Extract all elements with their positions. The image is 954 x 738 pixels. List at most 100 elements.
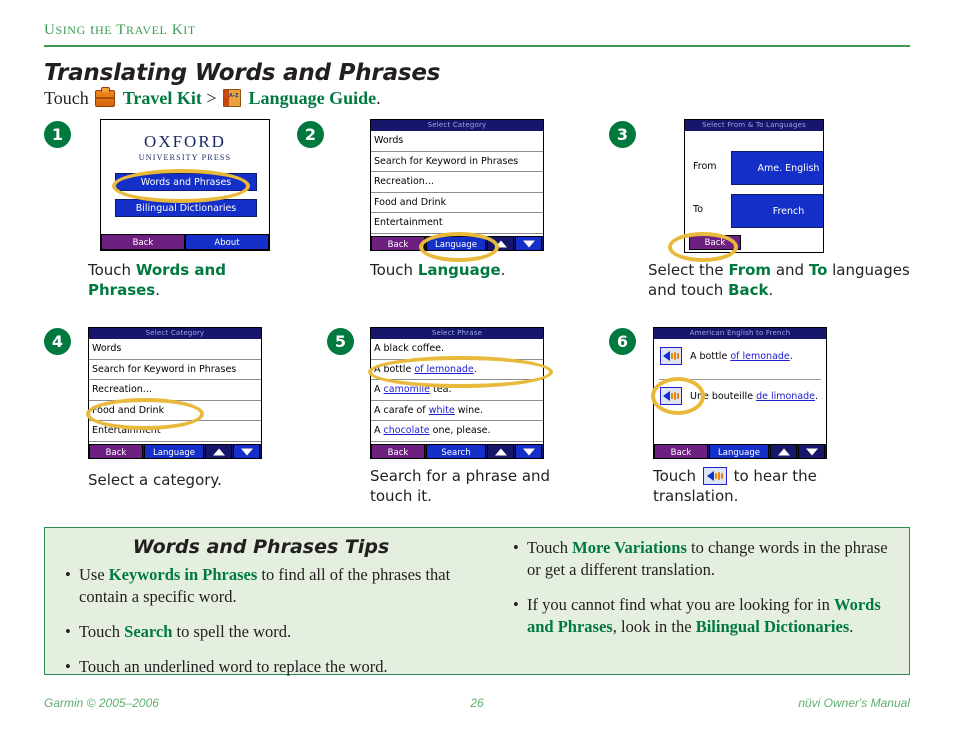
subtitle-lead: Touch: [44, 88, 89, 108]
back-button[interactable]: Back: [689, 235, 741, 250]
down-arrow-icon: [522, 240, 535, 248]
tip-bold: Keywords in Phrases: [108, 565, 258, 584]
translation-row[interactable]: A bottle of lemonade.: [654, 339, 826, 380]
phrase-link[interactable]: of lemonade: [730, 351, 789, 362]
back-button[interactable]: Back: [101, 234, 185, 250]
device-screen-1: OXFORD UNIVERSITY PRESS Words and Phrase…: [100, 119, 270, 251]
back-button[interactable]: Back: [89, 444, 143, 458]
scroll-up-button[interactable]: [770, 444, 797, 458]
phrase-link[interactable]: white: [429, 405, 455, 416]
scroll-up-button[interactable]: [205, 444, 232, 458]
phrase-text: A carafe of: [374, 404, 429, 416]
scroll-down-button[interactable]: [515, 236, 542, 250]
language-guide-book-icon: [223, 89, 242, 107]
scroll-down-button[interactable]: [798, 444, 825, 458]
device-screen-6: American English to French A bottle of l…: [653, 327, 827, 459]
device-screen-5: Select Phrase A black coffee. A bottle o…: [370, 327, 544, 459]
from-label: From: [693, 161, 717, 172]
list-item[interactable]: Food and Drink: [89, 400, 261, 421]
phrase-text-end: one, please.: [429, 425, 491, 436]
list-item[interactable]: A chocolate one, please.: [371, 421, 543, 442]
to-label: To: [693, 204, 704, 215]
caption-end: .: [768, 281, 774, 299]
phrase-text: A: [374, 384, 384, 395]
tip-bold-2: Bilingual Dictionaries: [695, 617, 850, 636]
step-number-6: 6: [609, 328, 636, 355]
list-item[interactable]: Search for Keyword in Phrases: [89, 359, 261, 380]
phrase-link[interactable]: chocolate: [384, 425, 430, 436]
list-item[interactable]: A camomile tea.: [371, 380, 543, 401]
language-button[interactable]: Language: [144, 444, 204, 458]
source-phrase: A bottle of lemonade.: [690, 351, 793, 362]
page-subtitle: Touch Travel Kit > Language Guide.: [44, 87, 381, 109]
list-item[interactable]: Entertainment: [371, 213, 543, 234]
list-item[interactable]: Words: [371, 131, 543, 152]
speaker-icon: [702, 467, 727, 485]
tips-box: Words and Phrases Tips Use Keywords in P…: [44, 527, 910, 678]
bilingual-dictionaries-button[interactable]: Bilingual Dictionaries: [115, 199, 257, 217]
tip-pre: Touch: [527, 538, 573, 557]
words-and-phrases-button[interactable]: Words and Phrases: [115, 173, 257, 191]
phrase-text-end: .: [815, 391, 819, 402]
step-2-caption: Touch Language.: [370, 260, 580, 280]
tips-column-right: Touch More Variations to change words in…: [511, 537, 901, 651]
language-button[interactable]: Language: [426, 236, 486, 250]
running-head-rule: [44, 45, 910, 47]
tip-end: .: [849, 617, 854, 636]
list-item[interactable]: Search for Keyword in Phrases: [371, 151, 543, 172]
step-number-2: 2: [297, 121, 324, 148]
back-button[interactable]: Back: [654, 444, 708, 458]
translation-row[interactable]: Une bouteille de limonade.: [654, 379, 826, 419]
list-item[interactable]: Entertainment: [89, 421, 261, 442]
subtitle-period: .: [376, 88, 381, 108]
speaker-cone: [663, 391, 670, 401]
list-item[interactable]: Recreation...: [89, 380, 261, 401]
search-button[interactable]: Search: [426, 444, 486, 458]
speaker-cone: [663, 351, 670, 361]
back-button[interactable]: Back: [371, 444, 425, 458]
tips-title: Words and Phrases Tips: [132, 536, 390, 558]
list-item[interactable]: A black coffee.: [371, 339, 543, 360]
step-6-caption: Touch to hear the translation.: [653, 466, 893, 506]
screen-2-body: Words Search for Keyword in Phrases Recr…: [371, 131, 543, 250]
back-button[interactable]: Back: [371, 236, 425, 250]
oxford-logo-subtitle: UNIVERSITY PRESS: [138, 153, 232, 162]
screen-3-body: From Ame. English To French Back: [685, 131, 823, 252]
phrase-link[interactable]: de limonade: [756, 391, 815, 402]
speaker-icon[interactable]: [660, 347, 682, 365]
list-item[interactable]: Recreation...: [371, 172, 543, 193]
screen-2-button-bar: Back Language: [371, 236, 543, 250]
language-button[interactable]: Language: [709, 444, 769, 458]
speaker-icon[interactable]: [660, 387, 682, 405]
caption-post: .: [500, 261, 506, 279]
list-item[interactable]: Food and Drink: [371, 192, 543, 213]
tip-item: Touch an underlined word to replace the …: [63, 656, 481, 678]
running-head-text: USING tHE TRAVEL KIT: [44, 22, 196, 38]
phrase-link[interactable]: camomile: [384, 384, 431, 395]
list-item[interactable]: A bottle of lemonade.: [371, 359, 543, 380]
up-arrow-icon: [494, 240, 507, 248]
phrase-link[interactable]: of lemonade: [414, 364, 473, 375]
from-language-button[interactable]: Ame. English: [731, 151, 823, 185]
down-arrow-icon: [522, 448, 535, 456]
scroll-down-button[interactable]: [233, 444, 260, 458]
list-item[interactable]: Words: [89, 339, 261, 360]
speaker-waves: [671, 391, 679, 401]
step-1-caption: Touch Words and Phrases.: [88, 260, 288, 300]
scroll-up-button[interactable]: [487, 444, 514, 458]
scroll-down-button[interactable]: [515, 444, 542, 458]
step-5-caption: Search for a phrase and touch it.: [370, 466, 580, 506]
caption-pre: Touch: [88, 261, 136, 279]
phrase-text: A black coffee.: [374, 343, 445, 354]
tip-pre: Use: [79, 565, 109, 584]
phrase-text-end: wine.: [454, 404, 484, 416]
down-arrow-icon: [805, 448, 818, 456]
to-language-button[interactable]: French: [731, 194, 823, 228]
down-arrow-icon: [240, 448, 253, 456]
list-item[interactable]: A carafe of white wine.: [371, 400, 543, 421]
screen-6-button-bar: Back Language: [654, 444, 826, 458]
phrase-text: A bottle: [690, 351, 731, 362]
caption-pre: Search for a phrase and touch it.: [370, 467, 551, 505]
scroll-up-button[interactable]: [487, 236, 514, 250]
about-button[interactable]: About: [185, 234, 269, 250]
